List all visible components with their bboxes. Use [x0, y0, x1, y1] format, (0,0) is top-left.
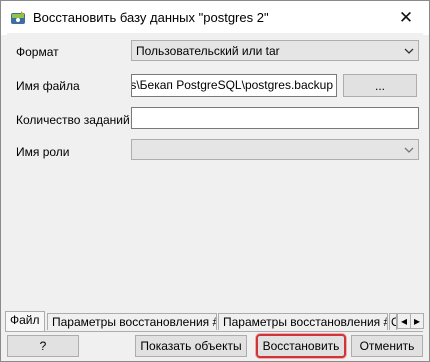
cancel-button[interactable]: Отменить [351, 335, 423, 357]
help-button[interactable]: ? [7, 335, 79, 357]
format-select-value: Пользовательский или tar [136, 44, 280, 58]
jobs-input[interactable] [131, 107, 419, 129]
tab-scroll-left-icon[interactable]: ◂ [397, 313, 411, 329]
tab-restore-options-2[interactable]: Параметры восстановления #2 [218, 313, 388, 330]
filename-value: nts\Бекап PostgreSQL\postgres.backup [131, 78, 333, 92]
tab-restore-options-1[interactable]: Параметры восстановления #1 [47, 313, 217, 330]
filename-label: Имя файла [16, 79, 80, 93]
dialog-title: Восстановить базу данных "postgres 2" [33, 10, 269, 25]
browse-button[interactable]: ... [343, 74, 417, 97]
chevron-down-icon [404, 147, 414, 153]
restore-dialog: Восстановить базу данных "postgres 2" ✕ … [0, 0, 430, 362]
title-bar: Восстановить базу данных "postgres 2" ✕ [1, 1, 429, 35]
show-objects-button[interactable]: Показать объекты [135, 335, 247, 357]
tab-bar: Файл Параметры восстановления #1 Парамет… [5, 311, 424, 331]
role-select[interactable] [131, 139, 419, 160]
tab-bottom-divider [5, 331, 423, 332]
filename-input[interactable]: nts\Бекап PostgreSQL\postgres.backup [131, 74, 337, 97]
restore-button[interactable]: Восстановить [256, 334, 346, 358]
tab-file[interactable]: Файл [5, 311, 45, 331]
tab-objects-partial[interactable]: О [389, 313, 397, 330]
format-label: Формат [16, 45, 59, 59]
close-icon[interactable]: ✕ [383, 1, 429, 35]
role-label: Имя роли [16, 145, 70, 159]
file-tab-panel: Формат Пользовательский или tar Имя файл… [7, 33, 423, 313]
jobs-label: Количество заданий [16, 113, 130, 127]
elephant-database-icon [10, 10, 26, 26]
chevron-down-icon [404, 48, 414, 54]
tab-scroll-right-icon[interactable]: ▸ [410, 313, 424, 329]
format-select[interactable]: Пользовательский или tar [131, 40, 419, 61]
